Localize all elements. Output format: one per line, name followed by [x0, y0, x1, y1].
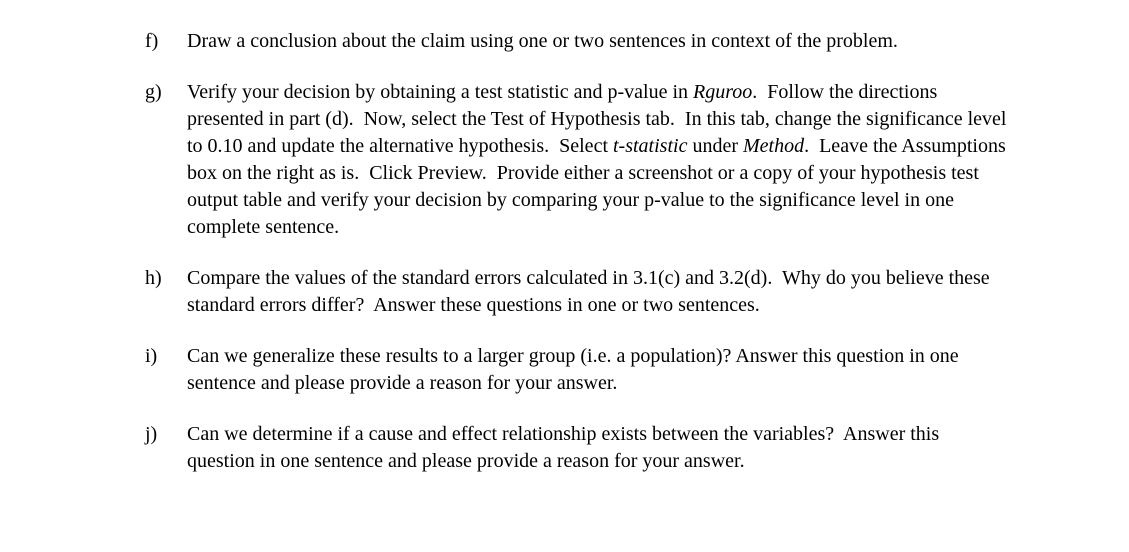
item-content: Draw a conclusion about the claim using …: [187, 28, 1009, 55]
item-content: Can we generalize these results to a lar…: [187, 343, 1009, 397]
list-item: i) Can we generalize these results to a …: [145, 343, 1009, 397]
item-marker: i): [145, 343, 187, 397]
item-marker: g): [145, 79, 187, 241]
item-content: Compare the values of the standard error…: [187, 265, 1009, 319]
item-content: Verify your decision by obtaining a test…: [187, 79, 1009, 241]
list-item: f) Draw a conclusion about the claim usi…: [145, 28, 1009, 55]
item-marker: f): [145, 28, 187, 55]
item-marker: j): [145, 421, 187, 475]
item-marker: h): [145, 265, 187, 319]
document-page: f) Draw a conclusion about the claim usi…: [0, 0, 1129, 475]
list-item: g) Verify your decision by obtaining a t…: [145, 79, 1009, 241]
item-content: Can we determine if a cause and effect r…: [187, 421, 1009, 475]
list-item: h) Compare the values of the standard er…: [145, 265, 1009, 319]
list-item: j) Can we determine if a cause and effec…: [145, 421, 1009, 475]
